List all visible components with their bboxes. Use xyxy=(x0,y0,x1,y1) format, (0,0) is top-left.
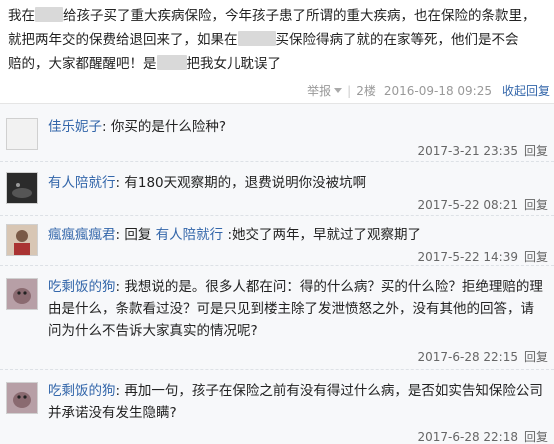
redacted-text xyxy=(237,31,276,46)
comment-text: 吃剩饭的狗: 再加一句，孩子在保险之前有没有得过什么病，是否如实告知保险公司并承… xyxy=(48,383,543,421)
chevron-down-icon xyxy=(334,88,343,93)
comment-text: 吃剩饭的狗: 我想说的是。很多人都在问：得的什么病？买的什么险？拒绝理赔的理由是… xyxy=(48,279,543,339)
post-body: 我在 给孩子买了重大疾病保险，今年孩子患了所谓的重大疾病，也在保险的条款里， 就把… xyxy=(8,4,546,76)
avatar[interactable] xyxy=(6,382,38,414)
post-line-3: 赔的，大家都醒醒吧！是 把我女儿耽误了 xyxy=(8,55,281,72)
report-button[interactable]: 举报 xyxy=(307,82,343,99)
comment-item: 吃剩饭的狗: 我想说的是。很多人都在问：得的什么病？买的什么险？拒绝理赔的理由是… xyxy=(0,266,554,370)
comment-item: 有人陪就行: 有180天观察期的，退费说明你没被坑啊 2017-5-22 08:… xyxy=(0,162,554,216)
comment-list: 佳乐妮子: 你买的是什么险种? 2017-3-21 23:35 回复 有人陪就行:… xyxy=(0,103,554,444)
comment-username[interactable]: 有人陪就行 xyxy=(48,175,116,191)
comment-text: 瘋瘋瘋瘋君: 回复 有人陪就行 :她交了两年，早就过了观察期了 xyxy=(48,227,422,243)
collapse-replies-link[interactable]: 收起回复 xyxy=(502,82,550,99)
post-meta: 举报 | 2楼 2016-09-18 09:25 收起回复 xyxy=(307,82,550,99)
reply-button[interactable]: 回复 xyxy=(524,350,548,364)
comment-username[interactable]: 吃剩饭的狗 xyxy=(48,279,116,295)
comment-text: 有人陪就行: 有180天观察期的，退费说明你没被坑啊 xyxy=(48,175,367,191)
avatar[interactable] xyxy=(6,118,38,150)
comment-username[interactable]: 瘋瘋瘋瘋君 xyxy=(48,227,116,243)
avatar[interactable] xyxy=(6,278,38,310)
comment-time: 2017-5-22 14:39 xyxy=(417,250,518,264)
reply-button[interactable]: 回复 xyxy=(524,198,548,212)
comment-item: 瘋瘋瘋瘋君: 回复 有人陪就行 :她交了两年，早就过了观察期了 2017-5-2… xyxy=(0,216,554,266)
avatar[interactable] xyxy=(6,224,38,256)
reply-button[interactable]: 回复 xyxy=(524,144,548,158)
comment-meta: 2017-6-28 22:18 回复 xyxy=(417,428,548,444)
post-line-2: 就把两年交的保费给退回来了，如果在 买保险得病了就的在家等死，他们是不会 xyxy=(8,31,519,48)
comment-meta: 2017-5-22 14:39 回复 xyxy=(417,248,548,265)
floor-number: 2楼 xyxy=(356,84,376,98)
comment-time: 2017-5-22 08:21 xyxy=(417,198,518,212)
comment-meta: 2017-3-21 23:35 回复 xyxy=(417,142,548,159)
post-time: 2016-09-18 09:25 xyxy=(383,83,492,98)
redacted-text xyxy=(156,55,187,70)
mention-link[interactable]: 有人陪就行 xyxy=(156,227,224,243)
comment-time: 2017-6-28 22:15 xyxy=(417,350,518,364)
reply-button[interactable]: 回复 xyxy=(524,430,548,444)
comment-item: 吃剩饭的狗: 再加一句，孩子在保险之前有没有得过什么病，是否如实告知保险公司并承… xyxy=(0,370,554,444)
comment-item: 佳乐妮子: 你买的是什么险种? 2017-3-21 23:35 回复 xyxy=(0,104,554,162)
comment-time: 2017-6-28 22:18 xyxy=(417,430,518,444)
comment-text: 佳乐妮子: 你买的是什么险种? xyxy=(48,119,227,135)
comment-username[interactable]: 吃剩饭的狗 xyxy=(48,383,116,399)
comment-meta: 2017-6-28 22:15 回复 xyxy=(417,348,548,365)
divider: | xyxy=(347,83,352,98)
reply-button[interactable]: 回复 xyxy=(524,250,548,264)
avatar[interactable] xyxy=(6,172,38,204)
comment-time: 2017-3-21 23:35 xyxy=(417,144,518,158)
post-line-1: 我在 给孩子买了重大疾病保险，今年孩子患了所谓的重大疾病，也在保险的条款里， xyxy=(8,7,536,24)
comment-username[interactable]: 佳乐妮子 xyxy=(48,119,102,135)
redacted-text xyxy=(35,7,63,22)
comment-meta: 2017-5-22 08:21 回复 xyxy=(417,196,548,213)
